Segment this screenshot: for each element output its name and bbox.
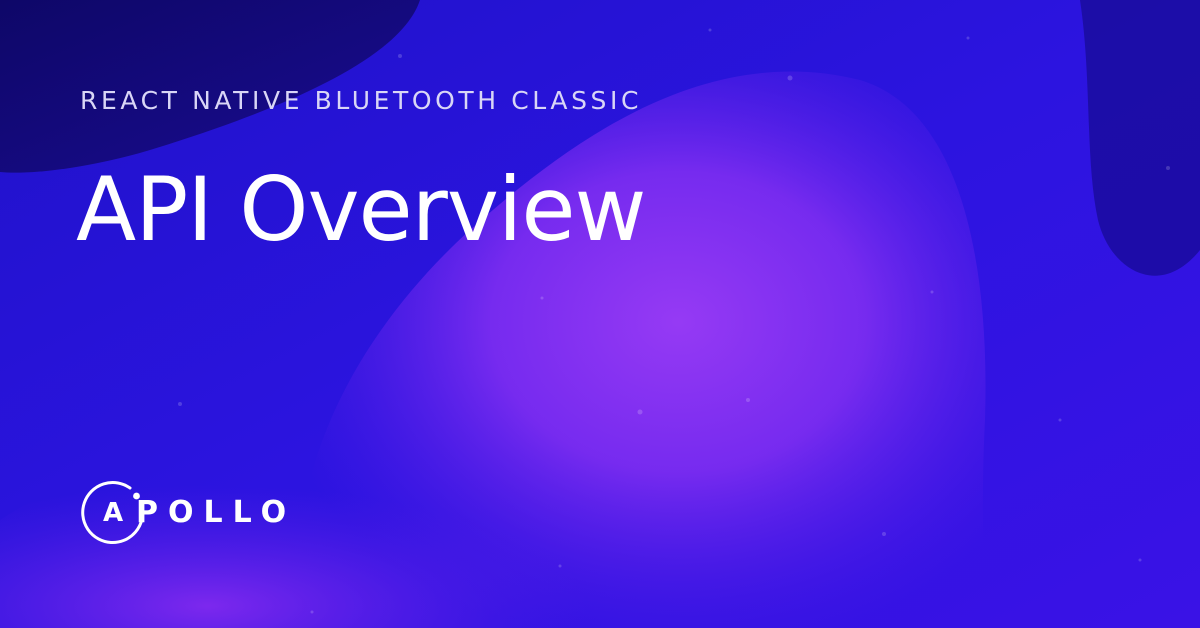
subtitle-eyebrow: REACT NATIVE BLUETOOTH CLASSIC — [80, 86, 643, 115]
logo-wordmark: POLLO — [136, 495, 297, 530]
social-card: REACT NATIVE BLUETOOTH CLASSIC API Overv… — [0, 0, 1200, 628]
apollo-logo: A POLLO — [78, 476, 328, 548]
logo-letter-a: A — [103, 498, 124, 528]
page-title: API Overview — [76, 158, 646, 261]
